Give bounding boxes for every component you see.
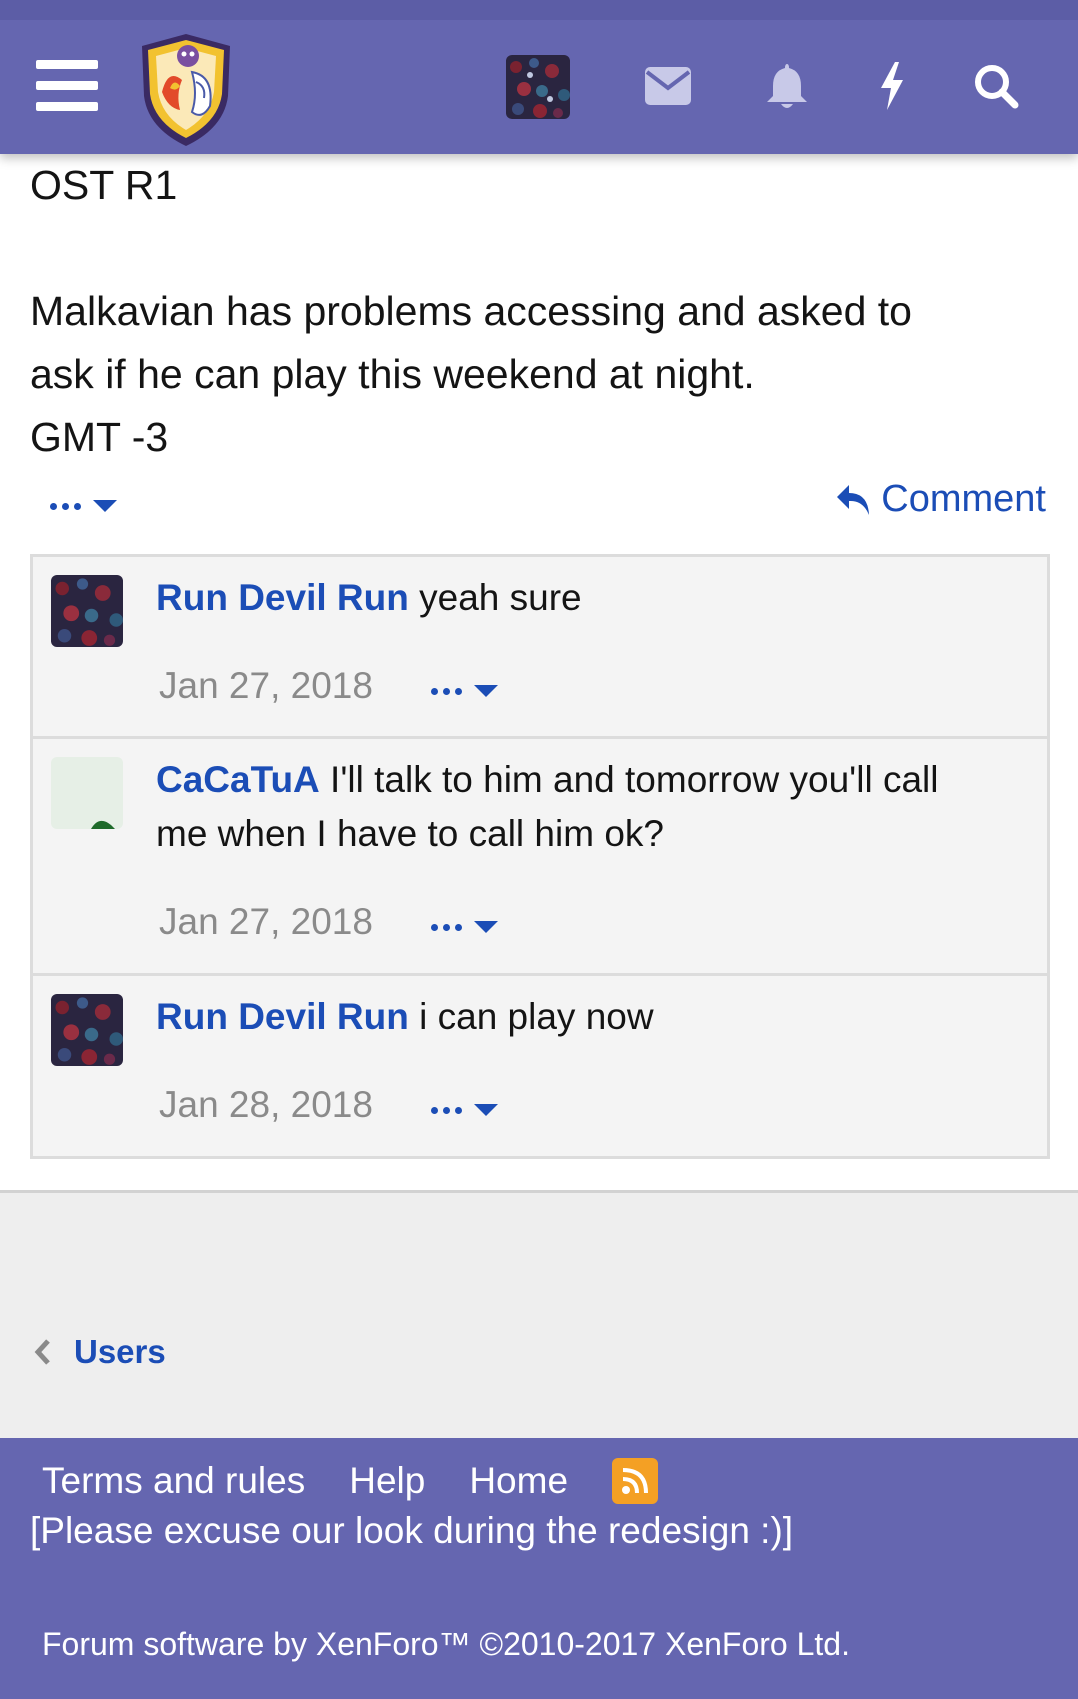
comment-date[interactable]: Jan 27, 2018: [159, 901, 373, 943]
chevron-left-icon: [34, 1339, 50, 1365]
avatar[interactable]: [51, 757, 123, 829]
comment-text: Run Devil Run i can play now: [156, 990, 1027, 1044]
comment-author[interactable]: CaCaTuA: [156, 759, 320, 800]
avatar[interactable]: [51, 575, 123, 647]
comment-message: i can play now: [408, 996, 654, 1037]
avatar[interactable]: [51, 994, 123, 1066]
reply-icon: [837, 484, 870, 515]
comment-date[interactable]: Jan 27, 2018: [159, 665, 373, 707]
comment-item: Run Devil Run i can play now Jan 28, 201…: [33, 976, 1047, 1156]
comment-message: I'll talk to him and tomorrow you'll cal…: [319, 759, 939, 800]
post-line: OST R1: [30, 162, 178, 208]
post-more-button[interactable]: [50, 500, 117, 512]
chevron-down-icon: [474, 921, 498, 933]
comment-message: yeah sure: [408, 577, 582, 618]
envelope-icon[interactable]: [638, 56, 698, 116]
post-actions: Comment: [0, 470, 1078, 542]
user-avatar[interactable]: [506, 55, 570, 119]
post-line: GMT -3: [30, 414, 169, 460]
more-dots-icon: [431, 687, 462, 695]
post-line: Malkavian has problems accessing and ask…: [30, 288, 912, 334]
terms-link[interactable]: Terms and rules: [42, 1460, 305, 1502]
comment-date[interactable]: Jan 28, 2018: [159, 1084, 373, 1126]
site-logo[interactable]: [136, 32, 236, 150]
comment-list: Run Devil Run yeah sure Jan 27, 2018 CaC…: [30, 554, 1050, 1159]
post-line: ask if he can play this weekend at night…: [30, 351, 755, 397]
chevron-down-icon: [474, 1104, 498, 1116]
comment-more-button[interactable]: [431, 921, 498, 933]
breadcrumb-users-link[interactable]: Users: [74, 1333, 166, 1371]
comment-text: CaCaTuA I'll talk to him and tomorrow yo…: [156, 753, 1027, 861]
breadcrumb[interactable]: Users: [34, 1333, 166, 1371]
more-dots-icon: [50, 502, 81, 510]
copyright-text[interactable]: Forum software by XenForo™ ©2010-2017 Xe…: [42, 1626, 850, 1663]
comment-item: CaCaTuA I'll talk to him and tomorrow yo…: [33, 739, 1047, 976]
comment-button[interactable]: Comment: [835, 478, 1046, 521]
post-line: [30, 217, 1048, 280]
comment-more-button[interactable]: [431, 1104, 498, 1116]
comment-text: Run Devil Run yeah sure: [156, 571, 1027, 625]
chevron-down-icon: [93, 500, 117, 512]
rss-icon[interactable]: [612, 1458, 659, 1504]
comment-more-button[interactable]: [431, 685, 498, 697]
breadcrumb-section: Users: [0, 1190, 1078, 1438]
hamburger-icon[interactable]: [36, 60, 98, 112]
more-dots-icon: [431, 923, 462, 931]
comment-item: Run Devil Run yeah sure Jan 27, 2018: [33, 557, 1047, 739]
comment-author[interactable]: Run Devil Run: [156, 996, 409, 1037]
bolt-icon[interactable]: [862, 56, 922, 116]
chevron-down-icon: [474, 685, 498, 697]
home-link[interactable]: Home: [469, 1460, 568, 1502]
post-message: OST R1 Malkavian has problems accessing …: [0, 154, 1078, 469]
redesign-note: [Please excuse our look during the redes…: [30, 1510, 794, 1551]
more-dots-icon: [431, 1106, 462, 1114]
comment-message: me when I have to call him ok?: [156, 813, 664, 854]
top-nav-bar: [0, 0, 1078, 154]
post-body: OST R1 Malkavian has problems accessing …: [0, 154, 1078, 469]
comment-label: Comment: [881, 478, 1046, 520]
footer: Terms and rules Help Home [Please excuse…: [0, 1438, 1078, 1699]
bell-icon[interactable]: [757, 56, 817, 116]
footer-links: Terms and rules Help Home: [42, 1458, 659, 1504]
comment-author[interactable]: Run Devil Run: [156, 577, 409, 618]
search-icon[interactable]: [966, 56, 1026, 116]
help-link[interactable]: Help: [349, 1460, 425, 1502]
